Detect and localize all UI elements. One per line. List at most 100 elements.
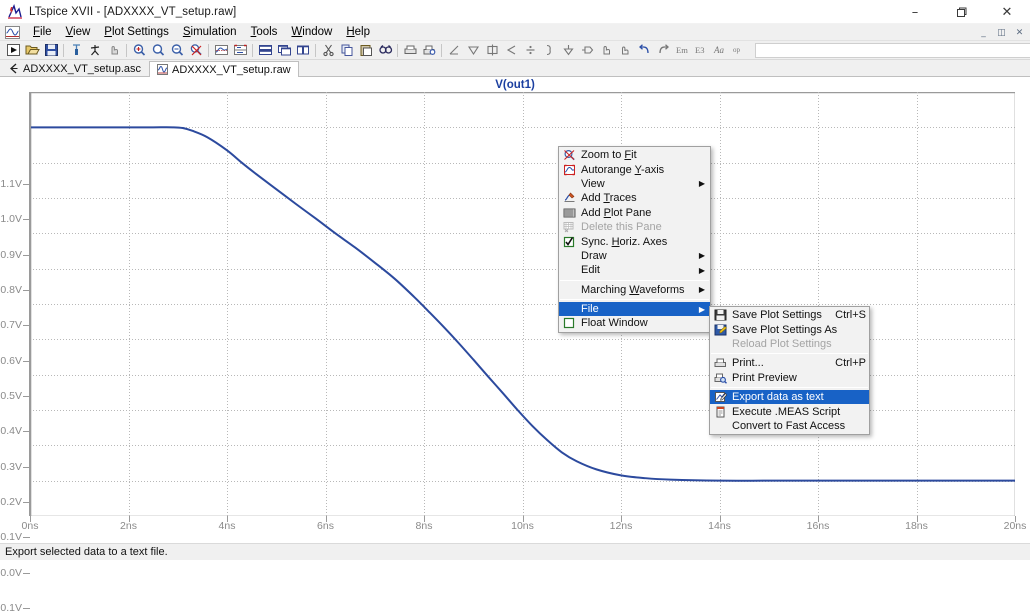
tab-waveform[interactable]: ADXXXX_VT_setup.raw <box>149 61 299 77</box>
drag-icon[interactable] <box>616 42 634 59</box>
context-menu-item-autorange-y-axis[interactable]: Autorange Y-axis <box>559 162 710 176</box>
x-axis: 0ns 2ns 4ns 6ns 8ns 10ns 12ns 14ns 16ns 18ns 20ns <box>0 520 1030 538</box>
submenu-item-save-plot-settings-as[interactable]: Save Plot Settings As <box>710 322 869 336</box>
submenu-item-execute-meas-script[interactable]: Execute .MEAS Script <box>710 404 869 418</box>
mdi-minimize-button[interactable]: _ <box>975 25 992 40</box>
draw-arc-icon[interactable] <box>502 42 520 59</box>
submenu-arrow-icon: ▶ <box>698 265 706 275</box>
plot-graph[interactable] <box>30 92 1015 516</box>
draw-rect-icon[interactable] <box>483 42 501 59</box>
menu-help[interactable]: Help <box>339 25 377 39</box>
print-preview-icon[interactable] <box>420 42 438 59</box>
mdi-restore-button[interactable]: ◫ <box>993 25 1010 40</box>
svg-text:op: op <box>733 46 741 54</box>
tab-schematic[interactable]: ADXXXX_VT_setup.asc <box>0 60 149 76</box>
draw-line-icon[interactable] <box>445 42 463 59</box>
y-axis-line <box>29 92 31 516</box>
save-icon[interactable] <box>42 42 60 59</box>
component-icon[interactable]: Em <box>673 42 691 59</box>
toolbar: Em E3 Aa op <box>0 41 1030 60</box>
submenu-item-print-preview[interactable]: Print Preview <box>710 371 869 385</box>
brace-icon[interactable] <box>540 42 558 59</box>
y-axis-label: 1.1V <box>0 178 22 190</box>
context-menu-separator <box>560 279 709 281</box>
context-menu-item-label: Add Plot Pane <box>581 206 652 219</box>
toolbar-input-field[interactable] <box>755 42 1030 58</box>
text-icon[interactable]: Aa <box>711 42 729 59</box>
tile-horizontal-icon[interactable] <box>256 42 274 59</box>
window-title: LTspice XVII - [ADXXXX_VT_setup.raw] <box>29 5 237 18</box>
y-axis-label: 0.2V <box>0 496 22 508</box>
draw-polygon-icon[interactable] <box>464 42 482 59</box>
open-icon[interactable] <box>23 42 41 59</box>
context-menu-item-marching-waveforms[interactable]: Marching Waveforms ▶ <box>559 283 710 297</box>
x-axis-tick <box>227 516 228 522</box>
context-menu-item-view[interactable]: View ▶ <box>559 177 710 191</box>
schematic-icon <box>8 63 19 74</box>
plot-canvas <box>30 92 1015 516</box>
file-submenu[interactable]: Save Plot Settings Ctrl+S Save Plot Settin… <box>709 306 870 436</box>
resistor-icon[interactable]: E3 <box>692 42 710 59</box>
autorange-icon[interactable] <box>212 42 230 59</box>
hand-icon[interactable] <box>105 42 123 59</box>
cascade-icon[interactable] <box>275 42 293 59</box>
add-plot-pane-icon[interactable] <box>231 42 249 59</box>
x-axis-tick <box>326 516 327 522</box>
context-menu-item-label: Float Window <box>581 317 648 330</box>
minimize-button[interactable]: – <box>892 0 938 24</box>
context-menu-item-sync-horiz-axes[interactable]: Sync. Horiz. Axes <box>559 234 710 248</box>
context-menu-item-draw[interactable]: Draw ▶ <box>559 249 710 263</box>
zoom-in-icon[interactable] <box>149 42 167 59</box>
submenu-item-print[interactable]: Print... Ctrl+P <box>710 356 869 370</box>
zoom-area-icon[interactable] <box>130 42 148 59</box>
menu-view[interactable]: View <box>59 25 98 39</box>
mdi-close-button[interactable]: ✕ <box>1011 25 1028 40</box>
context-menu-item-add-plot-pane[interactable]: Add Plot Pane <box>559 206 710 220</box>
find-icon[interactable] <box>376 42 394 59</box>
menu-simulation[interactable]: Simulation <box>176 25 244 39</box>
tab-bar: ADXXXX_VT_setup.asc ADXXXX_VT_setup.raw <box>0 60 1030 77</box>
tile-vertical-icon[interactable] <box>294 42 312 59</box>
paste-icon[interactable] <box>357 42 375 59</box>
port-icon[interactable] <box>578 42 596 59</box>
x-axis-tick <box>523 516 524 522</box>
menu-window[interactable]: Window <box>284 25 339 39</box>
tab-schematic-label: ADXXXX_VT_setup.asc <box>23 62 142 75</box>
x-axis-tick <box>30 516 31 522</box>
x-axis-tick <box>720 516 721 522</box>
print-icon[interactable] <box>401 42 419 59</box>
context-menu-item-float-window[interactable]: Float Window <box>559 316 710 330</box>
context-menu-item-zoom-to-fit[interactable]: Zoom to Fit <box>559 148 710 162</box>
context-menu-item-edit[interactable]: Edit ▶ <box>559 263 710 277</box>
context-menu-item-label: Sync. Horiz. Axes <box>581 235 668 248</box>
close-button[interactable]: ✕ <box>984 0 1030 24</box>
copy-icon[interactable] <box>338 42 356 59</box>
move-icon[interactable] <box>597 42 615 59</box>
zoom-out-icon[interactable] <box>168 42 186 59</box>
maximize-button[interactable] <box>938 0 984 24</box>
probe-icon[interactable] <box>67 42 85 59</box>
undo-icon[interactable] <box>635 42 653 59</box>
context-menu-item-file[interactable]: File ▶ <box>559 301 710 317</box>
submenu-item-save-plot-settings[interactable]: Save Plot Settings Ctrl+S <box>710 308 869 322</box>
submenu-item-label: Execute .MEAS Script <box>732 405 841 418</box>
menu-tools[interactable]: Tools <box>244 25 285 39</box>
submenu-item-export-data-as-text[interactable]: Export data as text <box>710 389 869 405</box>
menu-plot-settings[interactable]: Plot Settings <box>97 25 176 39</box>
halt-icon[interactable] <box>86 42 104 59</box>
divide-icon[interactable] <box>521 42 539 59</box>
ground-icon[interactable] <box>559 42 577 59</box>
save-as-icon <box>712 323 729 336</box>
submenu-arrow-icon: ▶ <box>698 251 706 261</box>
zoom-back-icon[interactable] <box>187 42 205 59</box>
redo-icon[interactable] <box>654 42 672 59</box>
submenu-item-convert-to-fast-access[interactable]: Convert to Fast Access <box>710 419 869 433</box>
x-axis-tick <box>1015 516 1016 522</box>
cut-icon[interactable] <box>319 42 337 59</box>
spice-directive-icon[interactable]: op <box>730 42 748 59</box>
context-menu-item-add-traces[interactable]: Add Traces <box>559 191 710 205</box>
run-icon[interactable] <box>4 42 22 59</box>
plot-context-menu[interactable]: Zoom to Fit Autorange Y-axis View ▶ Add Trac… <box>558 146 711 333</box>
submenu-item-label: Print... <box>732 357 764 370</box>
menu-file[interactable]: File <box>26 25 59 39</box>
